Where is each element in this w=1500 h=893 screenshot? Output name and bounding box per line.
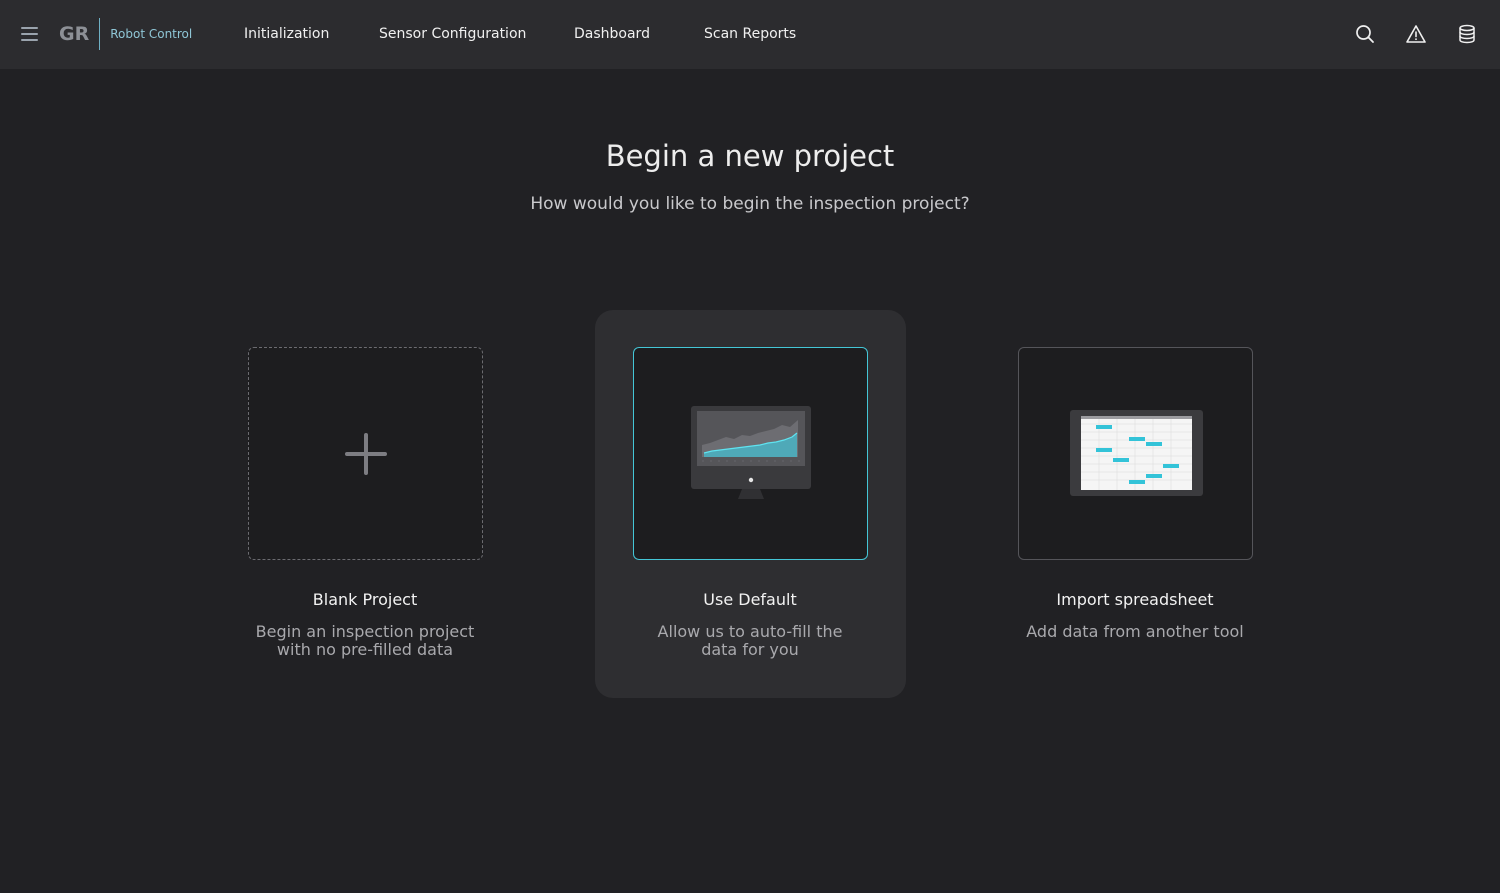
nav-item-sensor-configuration[interactable]: Sensor Configuration <box>379 24 526 44</box>
use-default-tile[interactable] <box>633 347 868 560</box>
page-title: Begin a new project <box>605 139 895 173</box>
nav-item-scan-reports[interactable]: Scan Reports <box>704 24 796 44</box>
use-default-title[interactable]: Use Default <box>600 588 900 612</box>
blank-project-tile[interactable] <box>248 347 483 560</box>
alert-triangle-icon[interactable] <box>1406 24 1426 44</box>
import-spreadsheet-description: Add data from another tool <box>1026 622 1244 641</box>
blank-project-description: Begin an inspection project with no pre-… <box>215 623 515 659</box>
monitor-chart-icon <box>691 406 811 499</box>
import-spreadsheet-tile[interactable] <box>1018 347 1253 560</box>
use-default-desc-line1: Allow us to auto-fill the <box>657 622 843 641</box>
blank-project-desc-line1: Begin an inspection project <box>255 622 475 641</box>
menu-icon[interactable] <box>21 27 38 41</box>
top-nav-bar: GR Robot Control Initialization Sensor C… <box>0 0 1500 69</box>
blank-project-desc-line2: with no pre-filled data <box>276 640 454 659</box>
spreadsheet-icon <box>1070 410 1203 496</box>
brand-app-name: Robot Control <box>110 27 193 41</box>
brand-logo: GR <box>59 18 101 50</box>
database-icon[interactable] <box>1457 24 1477 44</box>
use-default-description: Allow us to auto-fill the data for you <box>600 623 900 659</box>
search-icon[interactable] <box>1355 24 1375 44</box>
plus-icon <box>345 433 387 475</box>
nav-item-dashboard[interactable]: Dashboard <box>574 24 650 44</box>
blank-project-title[interactable]: Blank Project <box>215 588 515 612</box>
nav-item-initialization[interactable]: Initialization <box>244 24 329 44</box>
import-spreadsheet-title[interactable]: Import spreadsheet <box>985 588 1285 612</box>
page-subtitle: How would you like to begin the inspecti… <box>530 194 970 214</box>
brand[interactable]: GR Robot Control <box>59 18 192 50</box>
use-default-desc-line2: data for you <box>701 640 799 659</box>
